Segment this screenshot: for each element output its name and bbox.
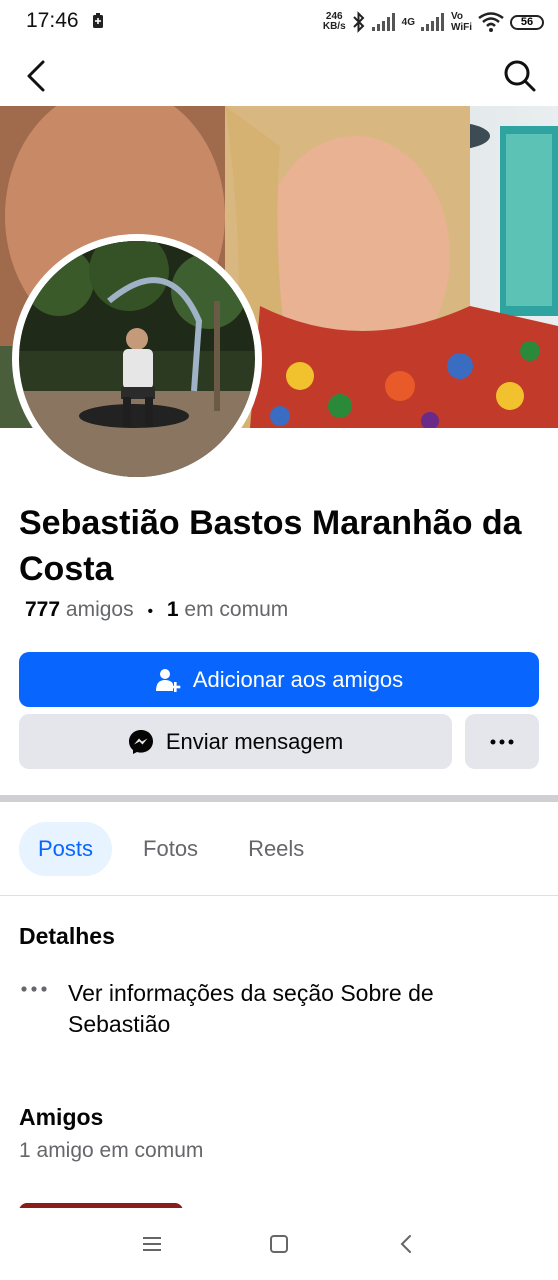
friends-summary[interactable]: 777 amigos • 1 em comum [25,598,288,622]
add-friend-label: Adicionar aos amigos [192,666,404,692]
back-arrow-icon[interactable] [18,56,58,96]
separator-dot: • [147,603,154,620]
about-link-text: Ver informações da seção Sobre de Sebast… [68,980,434,1037]
add-friend-button[interactable]: Adicionar aos amigos [19,652,539,707]
status-bar: 17:46 246 KB/s 4G Vo WiFi 56 [0,0,558,44]
friends-word: amigos [65,598,134,621]
wifi-icon [478,12,504,32]
system-nav-bar [0,1208,558,1280]
battery-indicator: 56 [510,14,544,30]
avatar-image [19,241,255,477]
details-title: Detalhes [19,923,115,949]
friends-title: Amigos [19,1104,104,1130]
tab-reels[interactable]: Reels [229,822,323,876]
back-nav-icon[interactable] [395,1232,419,1256]
avatar [19,241,255,477]
more-horizontal-icon [21,986,47,992]
add-friend-icon [155,668,181,692]
tab-photos[interactable]: Fotos [124,822,217,876]
search-icon[interactable] [500,56,540,96]
status-time: 17:46 [26,9,79,32]
signal-icon [371,13,395,31]
tabs-divider [0,895,558,896]
mutual-word: em comum [184,598,289,621]
section-divider [0,795,558,802]
profile-tabs: Posts Fotos Reels [19,822,335,876]
friends-count: 777 [25,598,61,621]
tab-posts[interactable]: Posts [19,822,113,876]
signal-icon-2 [420,13,444,31]
more-icon [490,739,514,744]
network-speed: 246 KB/s [322,11,346,32]
bluetooth-icon [352,11,365,33]
vowifi-indicator: Vo WiFi [450,11,472,33]
home-icon[interactable] [267,1232,291,1256]
more-options-button[interactable] [465,714,539,769]
mutual-count: 1 [166,598,179,621]
send-message-button[interactable]: Enviar mensagem [19,714,452,769]
send-message-label: Enviar mensagem [165,728,344,754]
app-bar [0,44,558,106]
battery-saver-icon [93,13,103,28]
network-type: 4G [401,16,415,28]
menu-icon[interactable] [140,1232,164,1256]
profile-picture[interactable] [12,234,262,484]
status-icons: 246 KB/s 4G Vo WiFi 56 [323,8,544,36]
profile-name: Sebastião Bastos Maranhão da Costa [19,504,522,588]
mutual-friends-text[interactable]: 1 amigo em comum [19,1139,203,1163]
messenger-icon [128,729,153,754]
